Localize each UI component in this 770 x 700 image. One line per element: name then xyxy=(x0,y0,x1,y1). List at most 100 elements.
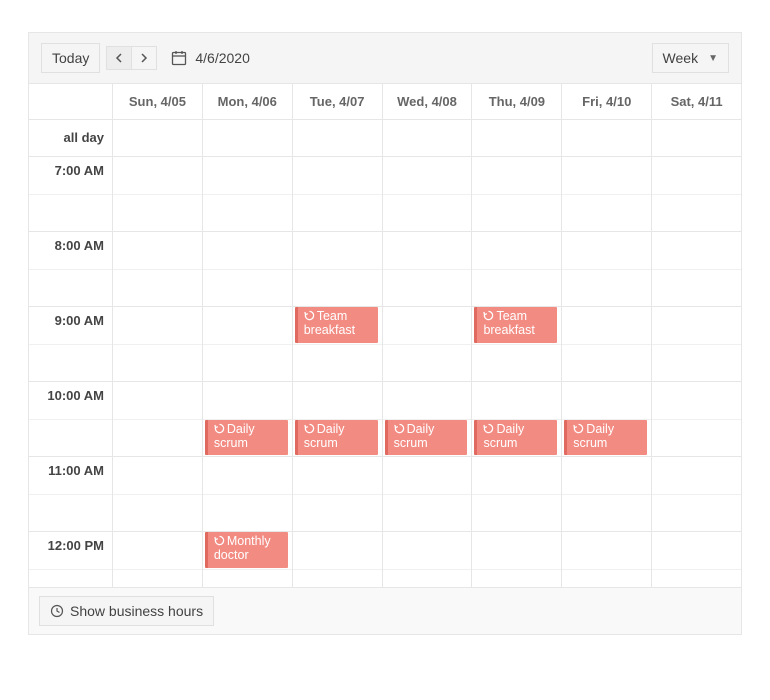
time-labels: 7:00 AM8:00 AM9:00 AM10:00 AM11:00 AM12:… xyxy=(29,157,113,587)
day-column[interactable]: Team breakfast Daily scrum xyxy=(472,157,562,587)
calendar-event[interactable]: Team breakfast xyxy=(295,307,378,343)
time-slot[interactable] xyxy=(472,232,561,307)
calendar-event[interactable]: Monthly doctor xyxy=(205,532,288,568)
day-header[interactable]: Sat, 4/11 xyxy=(652,84,741,119)
recurring-icon xyxy=(214,423,225,434)
time-slot[interactable] xyxy=(293,457,382,532)
time-slot[interactable] xyxy=(562,457,651,532)
scheduler: Today 4 xyxy=(28,32,742,635)
chevron-left-icon xyxy=(115,53,123,63)
allday-cell[interactable] xyxy=(472,120,562,156)
recurring-icon xyxy=(573,423,584,434)
time-slot[interactable] xyxy=(383,457,472,532)
time-slot[interactable] xyxy=(113,457,202,532)
time-slot[interactable] xyxy=(383,157,472,232)
toolbar: Today 4 xyxy=(29,33,741,84)
calendar-event[interactable]: Team breakfast xyxy=(474,307,557,343)
time-slot[interactable] xyxy=(472,532,561,587)
time-slot[interactable] xyxy=(472,157,561,232)
day-header[interactable]: Thu, 4/09 xyxy=(472,84,562,119)
allday-row: all day xyxy=(29,120,741,157)
time-slot[interactable] xyxy=(203,232,292,307)
today-button-label: Today xyxy=(52,50,89,66)
day-column[interactable]: Daily scrum xyxy=(383,157,473,587)
time-slot[interactable] xyxy=(652,232,741,307)
prev-button[interactable] xyxy=(106,46,131,70)
business-hours-label: Show business hours xyxy=(70,603,203,619)
time-slot[interactable] xyxy=(113,532,202,587)
time-slot[interactable] xyxy=(652,382,741,457)
calendar-event[interactable]: Daily scrum xyxy=(205,420,288,456)
recurring-icon xyxy=(304,310,315,321)
day-column[interactable]: Team breakfast Daily scrum xyxy=(293,157,383,587)
time-column-header xyxy=(29,84,113,119)
time-label: 9:00 AM xyxy=(29,307,113,382)
recurring-icon xyxy=(394,423,405,434)
view-select-label: Week xyxy=(663,50,699,66)
allday-cell[interactable] xyxy=(652,120,741,156)
time-slot[interactable] xyxy=(383,307,472,382)
time-slot[interactable] xyxy=(113,157,202,232)
time-grid[interactable]: 7:00 AM8:00 AM9:00 AM10:00 AM11:00 AM12:… xyxy=(29,157,741,587)
next-button[interactable] xyxy=(131,46,157,70)
time-slot[interactable] xyxy=(562,232,651,307)
day-header[interactable]: Wed, 4/08 xyxy=(383,84,473,119)
time-slot[interactable] xyxy=(203,157,292,232)
calendar-event[interactable]: Daily scrum xyxy=(385,420,468,456)
calendar-grid: Sun, 4/05Mon, 4/06Tue, 4/07Wed, 4/08Thu,… xyxy=(29,84,741,587)
time-slot[interactable] xyxy=(562,307,651,382)
date-picker[interactable]: 4/6/2020 xyxy=(171,50,250,66)
time-slot[interactable] xyxy=(383,532,472,587)
time-slot[interactable] xyxy=(472,457,561,532)
day-header[interactable]: Fri, 4/10 xyxy=(562,84,652,119)
allday-cell[interactable] xyxy=(562,120,652,156)
day-column[interactable] xyxy=(652,157,741,587)
time-slot[interactable] xyxy=(203,457,292,532)
time-slot[interactable] xyxy=(562,532,651,587)
day-column[interactable]: Daily scrum xyxy=(562,157,652,587)
time-slot[interactable] xyxy=(293,157,382,232)
day-header[interactable]: Tue, 4/07 xyxy=(293,84,383,119)
calendar-event[interactable]: Daily scrum xyxy=(295,420,378,456)
time-label: 7:00 AM xyxy=(29,157,113,232)
time-slot[interactable] xyxy=(203,307,292,382)
day-header[interactable]: Mon, 4/06 xyxy=(203,84,293,119)
recurring-icon xyxy=(304,423,315,434)
time-slot[interactable] xyxy=(113,307,202,382)
day-column[interactable]: Daily scrum Monthly doctor xyxy=(203,157,293,587)
day-columns: Daily scrumMonthly doctorTeam breakfastD… xyxy=(113,157,741,587)
day-header-row: Sun, 4/05Mon, 4/06Tue, 4/07Wed, 4/08Thu,… xyxy=(29,84,741,120)
time-label: 10:00 AM xyxy=(29,382,113,457)
business-hours-button[interactable]: Show business hours xyxy=(39,596,214,626)
clock-icon xyxy=(50,604,64,618)
allday-cell[interactable] xyxy=(113,120,203,156)
today-button[interactable]: Today xyxy=(41,43,100,73)
nav-group xyxy=(106,46,157,70)
time-slot[interactable] xyxy=(652,532,741,587)
recurring-icon xyxy=(214,535,225,546)
time-label: 8:00 AM xyxy=(29,232,113,307)
time-label: 11:00 AM xyxy=(29,457,113,532)
time-slot[interactable] xyxy=(293,232,382,307)
time-slot[interactable] xyxy=(113,382,202,457)
calendar-event[interactable]: Daily scrum xyxy=(564,420,647,456)
time-slot[interactable] xyxy=(652,307,741,382)
view-select[interactable]: Week ▼ xyxy=(652,43,729,73)
time-label: 12:00 PM xyxy=(29,532,113,587)
time-slot[interactable] xyxy=(562,157,651,232)
recurring-icon xyxy=(483,423,494,434)
allday-cell[interactable] xyxy=(293,120,383,156)
day-column[interactable] xyxy=(113,157,203,587)
day-header[interactable]: Sun, 4/05 xyxy=(113,84,203,119)
time-slot[interactable] xyxy=(652,457,741,532)
time-slot[interactable] xyxy=(383,232,472,307)
allday-cell[interactable] xyxy=(383,120,473,156)
time-slot[interactable] xyxy=(293,532,382,587)
recurring-icon xyxy=(483,310,494,321)
allday-cell[interactable] xyxy=(203,120,293,156)
calendar-event[interactable]: Daily scrum xyxy=(474,420,557,456)
time-slot[interactable] xyxy=(652,157,741,232)
footer: Show business hours xyxy=(29,587,741,634)
time-slot[interactable] xyxy=(113,232,202,307)
chevron-right-icon xyxy=(140,53,148,63)
